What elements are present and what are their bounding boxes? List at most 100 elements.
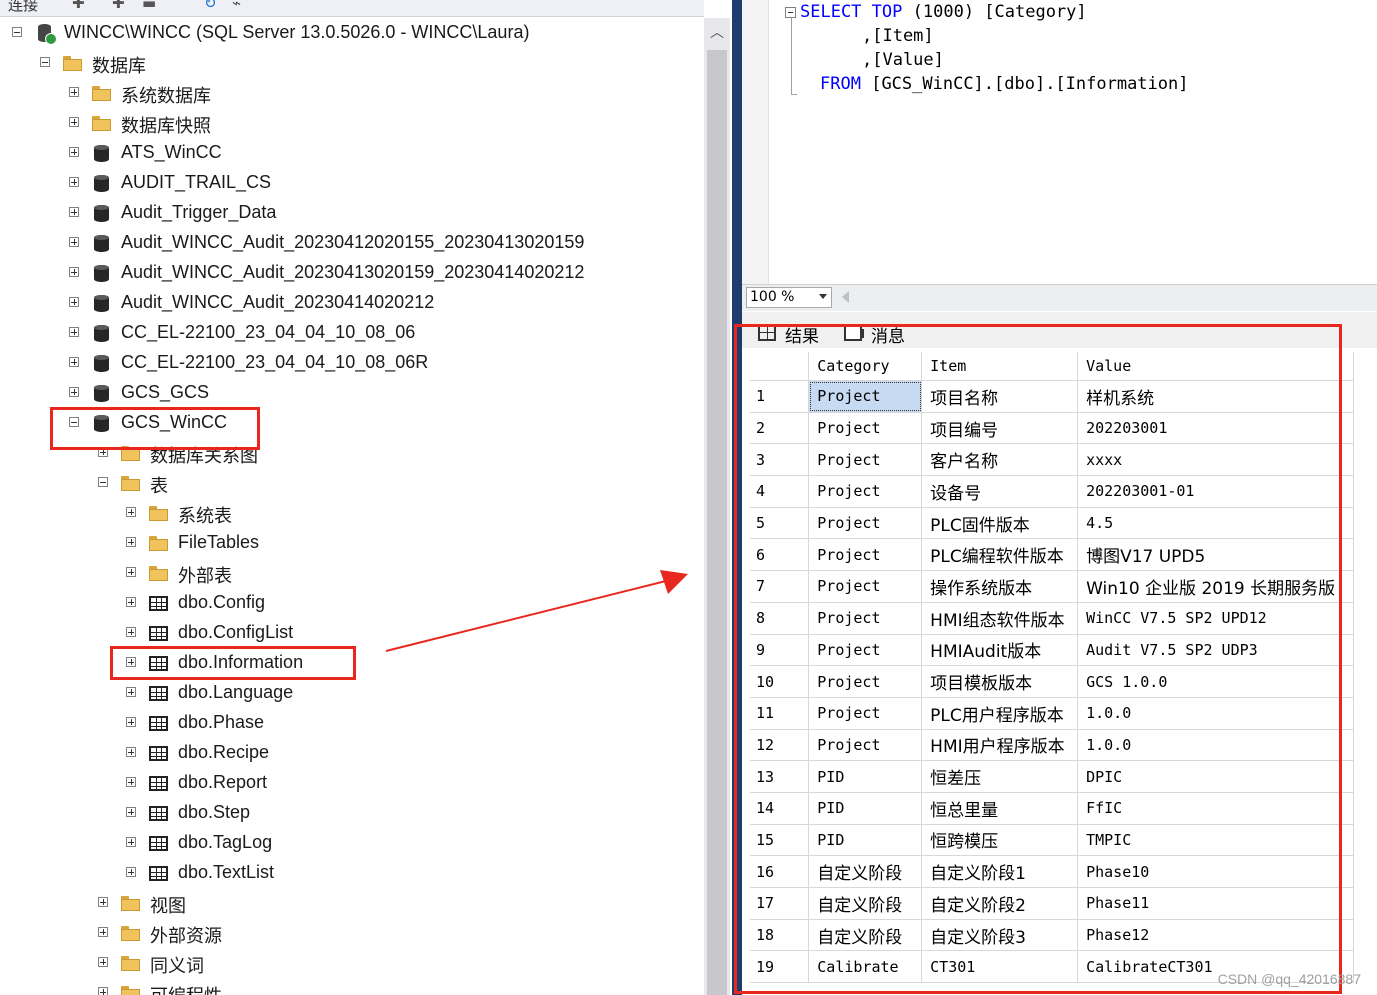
row-number[interactable]: 7: [750, 570, 810, 603]
scroll-left-icon[interactable]: [842, 291, 849, 303]
row-number[interactable]: 10: [750, 665, 810, 698]
expand-icon[interactable]: [126, 627, 136, 637]
table-cell[interactable]: Project: [808, 697, 923, 730]
table-cell[interactable]: Project: [808, 634, 923, 667]
db-diagrams-folder[interactable]: 数据库关系图: [0, 438, 704, 468]
table-cell[interactable]: DPIC: [1077, 760, 1354, 793]
row-number[interactable]: 19: [750, 950, 810, 984]
table-cell[interactable]: PLC用户程序版本: [921, 697, 1079, 730]
table-cell[interactable]: 恒跨模压: [921, 824, 1079, 857]
database-snapshots-folder[interactable]: 数据库快照: [0, 108, 704, 138]
expand-icon[interactable]: [98, 987, 108, 995]
expand-icon[interactable]: [126, 777, 136, 787]
collapse-icon[interactable]: [40, 57, 50, 67]
database-node[interactable]: Audit_WINCC_Audit_20230414020212: [0, 288, 704, 318]
table-cell[interactable]: Project: [808, 570, 923, 603]
table-cell[interactable]: HMIAudit版本: [921, 634, 1079, 667]
expand-icon[interactable]: [69, 297, 79, 307]
table-cell[interactable]: CT301: [921, 950, 1079, 984]
table-cell[interactable]: Project: [808, 538, 923, 572]
filter-icon[interactable]: ▬: [142, 0, 156, 12]
connect-icon[interactable]: ✚: [72, 0, 85, 12]
expand-icon[interactable]: [126, 807, 136, 817]
table-row[interactable]: 3 Project 客户名称 xxxx: [750, 443, 1354, 477]
table-row[interactable]: 13 PID 恒差压 DPIC: [750, 760, 1354, 793]
table-cell[interactable]: 自定义阶段: [808, 855, 923, 888]
table-cell[interactable]: 4.5: [1077, 507, 1354, 540]
table-cell[interactable]: 操作系统版本: [921, 570, 1079, 603]
expand-icon[interactable]: [98, 897, 108, 907]
table-cell[interactable]: TMPIC: [1077, 824, 1354, 857]
expand-icon[interactable]: [69, 267, 79, 277]
row-number[interactable]: 3: [750, 443, 810, 477]
row-number[interactable]: 5: [750, 507, 810, 540]
row-number[interactable]: 14: [750, 792, 810, 825]
table-cell[interactable]: 恒总里量: [921, 792, 1079, 825]
row-number[interactable]: 16: [750, 855, 810, 888]
tables-folder[interactable]: 表: [0, 468, 704, 498]
external-resources-folder[interactable]: 外部资源: [0, 918, 704, 948]
table-cell[interactable]: 自定义阶段: [808, 919, 923, 952]
table-row[interactable]: 16 自定义阶段 自定义阶段1 Phase10: [750, 855, 1354, 888]
table-cell[interactable]: Phase10: [1077, 855, 1354, 888]
expand-icon[interactable]: [126, 537, 136, 547]
expand-icon[interactable]: [126, 657, 136, 667]
system-databases-folder[interactable]: 系统数据库: [0, 78, 704, 108]
column-header[interactable]: Category: [808, 352, 923, 381]
table-cell[interactable]: Project: [808, 443, 923, 477]
row-number[interactable]: 15: [750, 824, 810, 857]
table-cell[interactable]: FfIC: [1077, 792, 1354, 825]
expand-icon[interactable]: [98, 957, 108, 967]
expand-icon[interactable]: [126, 747, 136, 757]
table-cell[interactable]: HMI组态软件版本: [921, 602, 1079, 635]
row-number[interactable]: 11: [750, 697, 810, 730]
table-cell[interactable]: xxxx: [1077, 443, 1354, 477]
expand-icon[interactable]: [69, 147, 79, 157]
database-node[interactable]: Audit_Trigger_Data: [0, 198, 704, 228]
expand-icon[interactable]: [126, 717, 136, 727]
expand-icon[interactable]: [126, 837, 136, 847]
table-cell[interactable]: 自定义阶段2: [921, 887, 1079, 920]
table-cell[interactable]: Project: [808, 380, 923, 413]
table-row[interactable]: 1 Project 项目名称 样机系统: [750, 380, 1354, 413]
expand-icon[interactable]: [126, 507, 136, 517]
table-cell[interactable]: Phase12: [1077, 919, 1354, 952]
table-cell[interactable]: Phase11: [1077, 887, 1354, 920]
database-node[interactable]: Audit_WINCC_Audit_20230412020155_2023041…: [0, 228, 704, 258]
table-cell[interactable]: 1.0.0: [1077, 697, 1354, 730]
table-cell[interactable]: Project: [808, 665, 923, 698]
table-row[interactable]: 17 自定义阶段 自定义阶段2 Phase11: [750, 887, 1354, 920]
expand-icon[interactable]: [98, 447, 108, 457]
expand-icon[interactable]: [126, 867, 136, 877]
table-cell[interactable]: PLC编程软件版本: [921, 538, 1079, 572]
database-node[interactable]: ATS_WinCC: [0, 138, 704, 168]
table-cell[interactable]: Project: [808, 475, 923, 508]
views-folder[interactable]: 视图: [0, 888, 704, 918]
row-number[interactable]: 8: [750, 602, 810, 635]
connect-button[interactable]: 连接: [8, 0, 38, 15]
refresh-icon[interactable]: ↻: [204, 0, 217, 12]
table-cell[interactable]: HMI用户程序版本: [921, 729, 1079, 762]
table-cell[interactable]: 博图V17 UPD5: [1077, 538, 1354, 572]
table-node[interactable]: dbo.Step: [0, 798, 704, 828]
system-tables-folder[interactable]: 系统表: [0, 498, 704, 528]
server-node[interactable]: WINCC\WINCC (SQL Server 13.0.5026.0 - WI…: [0, 18, 704, 48]
expand-icon[interactable]: [126, 567, 136, 577]
expand-icon[interactable]: [69, 207, 79, 217]
table-cell[interactable]: 样机系统: [1077, 380, 1354, 413]
expand-icon[interactable]: [126, 597, 136, 607]
expand-icon[interactable]: [69, 87, 79, 97]
table-cell[interactable]: PLC固件版本: [921, 507, 1079, 540]
collapse-icon[interactable]: [12, 27, 22, 37]
table-node[interactable]: dbo.TagLog: [0, 828, 704, 858]
table-cell[interactable]: PID: [808, 824, 923, 857]
database-node[interactable]: GCS_GCS: [0, 378, 704, 408]
explorer-scrollbar[interactable]: ︿: [704, 18, 730, 995]
database-node-selected[interactable]: GCS_WinCC: [0, 408, 704, 438]
table-cell[interactable]: Project: [808, 507, 923, 540]
table-cell[interactable]: 自定义阶段1: [921, 855, 1079, 888]
expand-icon[interactable]: [69, 117, 79, 127]
table-node[interactable]: dbo.Phase: [0, 708, 704, 738]
results-grid[interactable]: Category Item Value 1 Project 项目名称 样机系统 2 Proje…: [750, 352, 1354, 995]
table-cell[interactable]: 项目模板版本: [921, 665, 1079, 698]
